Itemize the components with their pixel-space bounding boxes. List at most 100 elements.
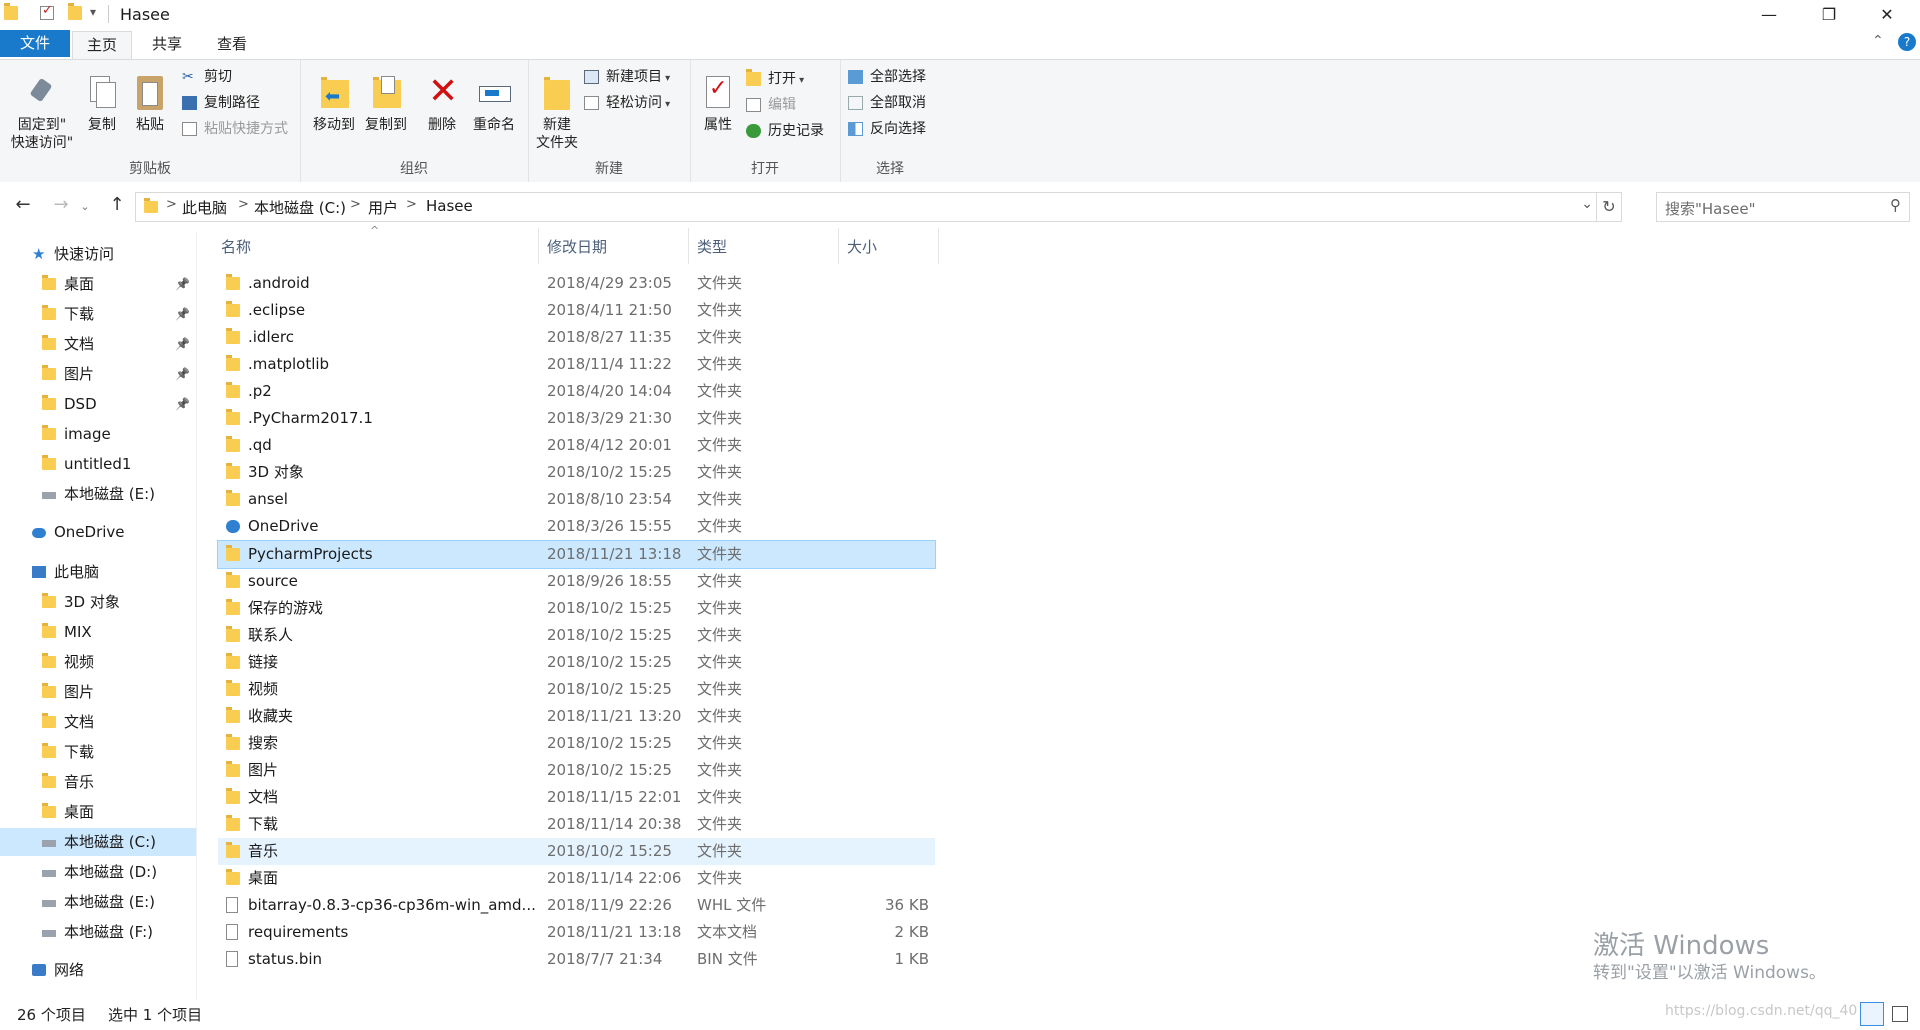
file-row[interactable]: requirements 2018/11/21 13:18 文本文档 2 KB <box>218 919 935 946</box>
recent-locations-button[interactable]: ⌄ <box>72 200 98 213</box>
file-row[interactable]: 下载 2018/11/14 20:38 文件夹 <box>218 811 935 838</box>
move-to-button[interactable]: ⬅ 移动到 <box>310 74 358 134</box>
file-row[interactable]: bitarray-0.8.3-cp36-cp36m-win_amd... 2018… <box>218 892 935 919</box>
up-button[interactable]: ↑ <box>104 194 130 215</box>
nav-item[interactable]: OneDrive <box>0 518 196 546</box>
new-item-button[interactable]: 新建项目 ▾ <box>584 66 670 88</box>
easy-access-button[interactable]: 轻松访问 ▾ <box>584 92 670 114</box>
file-row[interactable]: 链接 2018/10/2 15:25 文件夹 <box>218 649 935 676</box>
tab-share[interactable]: 共享 <box>138 31 196 58</box>
nav-item[interactable]: 本地磁盘 (F:) <box>0 918 196 946</box>
nav-item[interactable]: 图片 📌 <box>0 360 196 388</box>
file-row[interactable]: 音乐 2018/10/2 15:25 文件夹 <box>218 838 935 866</box>
file-row[interactable]: .idlerc 2018/8/27 11:35 文件夹 <box>218 324 935 351</box>
properties-icon[interactable]: ✓ <box>40 3 54 20</box>
close-button[interactable]: ✕ <box>1864 0 1910 28</box>
file-row[interactable]: .android 2018/4/29 23:05 文件夹 <box>218 270 935 297</box>
nav-item[interactable]: 下载 📌 <box>0 300 196 328</box>
file-row[interactable]: ansel 2018/8/10 23:54 文件夹 <box>218 486 935 513</box>
address-bar[interactable]: > 此电脑 > 本地磁盘 (C:) > 用户 > Hasee ⌄ ↻ <box>135 192 1622 222</box>
nav-item[interactable]: 本地磁盘 (C:) <box>0 828 196 856</box>
help-icon[interactable]: ? <box>1898 33 1916 51</box>
delete-button[interactable]: ✕ 删除 <box>420 72 464 134</box>
tab-home[interactable]: 主页 <box>72 31 133 60</box>
nav-item[interactable]: MIX <box>0 618 196 646</box>
nav-item[interactable]: 此电脑 <box>0 558 196 586</box>
file-row[interactable]: .matplotlib 2018/11/4 11:22 文件夹 <box>218 351 935 378</box>
copy-button[interactable]: 复制 <box>80 74 124 134</box>
nav-item[interactable]: 文档 📌 <box>0 330 196 358</box>
paste-button[interactable]: 粘贴 <box>128 74 172 134</box>
forward-button[interactable]: → <box>48 194 74 215</box>
invert-selection-button[interactable]: 反向选择 <box>848 118 926 140</box>
nav-item[interactable]: 桌面 📌 <box>0 270 196 298</box>
file-row[interactable]: 联系人 2018/10/2 15:25 文件夹 <box>218 622 935 649</box>
copy-to-button[interactable]: 复制到 <box>362 74 410 134</box>
paste-shortcut-button[interactable]: 粘贴快捷方式 <box>182 118 288 140</box>
qat-dropdown[interactable]: ▾ <box>90 5 96 19</box>
column-header-name[interactable]: 名称 <box>221 236 251 256</box>
collapse-ribbon-icon[interactable]: ⌃ <box>1872 33 1884 49</box>
tab-file[interactable]: 文件 <box>0 30 70 57</box>
file-row[interactable]: .qd 2018/4/12 20:01 文件夹 <box>218 432 935 459</box>
nav-item[interactable]: DSD 📌 <box>0 390 196 418</box>
file-row[interactable]: .p2 2018/4/20 14:04 文件夹 <box>218 378 935 405</box>
column-header-type[interactable]: 类型 <box>697 236 727 256</box>
cut-button[interactable]: ✂ 剪切 <box>182 66 232 88</box>
refresh-icon[interactable]: ↻ <box>1596 193 1621 221</box>
column-header-size[interactable]: 大小 <box>847 236 877 256</box>
select-all-button[interactable]: 全部选择 <box>848 66 926 88</box>
open-button[interactable]: 打开 ▾ <box>746 68 804 90</box>
file-row[interactable]: 桌面 2018/11/14 22:06 文件夹 <box>218 865 935 892</box>
large-icons-view-icon[interactable] <box>1888 1002 1912 1026</box>
nav-item[interactable]: 视频 <box>0 648 196 676</box>
breadcrumb-this-pc[interactable]: 此电脑 <box>182 197 227 218</box>
nav-item[interactable]: 图片 <box>0 678 196 706</box>
nav-item[interactable]: 本地磁盘 (E:) <box>0 888 196 916</box>
file-row[interactable]: 3D 对象 2018/10/2 15:25 文件夹 <box>218 459 935 486</box>
details-view-icon[interactable] <box>1860 1002 1884 1026</box>
breadcrumb-c-drive[interactable]: 本地磁盘 (C:) <box>254 197 346 218</box>
search-box[interactable]: 搜索"Hasee" ⚲ <box>1656 192 1910 222</box>
breadcrumb-hasee[interactable]: Hasee <box>426 197 473 215</box>
nav-item[interactable]: 3D 对象 <box>0 588 196 616</box>
file-row[interactable]: 文档 2018/11/15 22:01 文件夹 <box>218 784 935 811</box>
nav-item[interactable]: 桌面 <box>0 798 196 826</box>
select-none-button[interactable]: 全部取消 <box>848 92 926 114</box>
nav-item[interactable]: 网络 <box>0 956 196 984</box>
edit-button[interactable]: 编辑 <box>746 94 796 116</box>
file-row[interactable]: 搜索 2018/10/2 15:25 文件夹 <box>218 730 935 757</box>
nav-item[interactable]: 本地磁盘 (D:) <box>0 858 196 886</box>
file-row[interactable]: .eclipse 2018/4/11 21:50 文件夹 <box>218 297 935 324</box>
history-button[interactable]: 历史记录 <box>746 120 824 142</box>
file-row[interactable]: 图片 2018/10/2 15:25 文件夹 <box>218 757 935 784</box>
nav-item[interactable]: 音乐 <box>0 768 196 796</box>
file-row[interactable]: OneDrive 2018/3/26 15:55 文件夹 <box>218 513 935 540</box>
pin-quick-access-button[interactable]: 固定到" 快速访问" <box>6 74 78 152</box>
minimize-button[interactable]: — <box>1746 0 1792 28</box>
nav-item[interactable]: image <box>0 420 196 448</box>
new-folder-icon[interactable] <box>68 3 82 20</box>
copy-path-button[interactable]: 复制路径 <box>182 92 260 114</box>
file-row[interactable]: 视频 2018/10/2 15:25 文件夹 <box>218 676 935 703</box>
column-header-modified[interactable]: 修改日期 <box>547 236 607 256</box>
file-row[interactable]: source 2018/9/26 18:55 文件夹 <box>218 568 935 595</box>
file-row[interactable]: 保存的游戏 2018/10/2 15:25 文件夹 <box>218 595 935 622</box>
file-row[interactable]: 收藏夹 2018/11/21 13:20 文件夹 <box>218 703 935 730</box>
nav-item[interactable]: untitled1 <box>0 450 196 478</box>
file-row[interactable]: .PyCharm2017.1 2018/3/29 21:30 文件夹 <box>218 405 935 432</box>
file-row[interactable]: PycharmProjects 2018/11/21 13:18 文件夹 <box>217 539 936 569</box>
nav-item[interactable]: 本地磁盘 (E:) <box>0 480 196 508</box>
search-icon[interactable]: ⚲ <box>1890 196 1901 214</box>
properties-button[interactable]: ✓ 属性 <box>696 74 740 134</box>
address-dropdown-icon[interactable]: ⌄ <box>1581 196 1593 212</box>
nav-item[interactable]: 文档 <box>0 708 196 736</box>
new-folder-button[interactable]: 新建 文件夹 <box>532 74 582 152</box>
rename-button[interactable]: 重命名 <box>468 74 520 134</box>
back-button[interactable]: ← <box>10 194 36 215</box>
nav-item[interactable]: 下载 <box>0 738 196 766</box>
breadcrumb-users[interactable]: 用户 <box>368 197 398 218</box>
tab-view[interactable]: 查看 <box>203 31 261 58</box>
restore-button[interactable]: ❐ <box>1806 0 1852 28</box>
nav-item[interactable]: ★ 快速访问 <box>0 240 196 268</box>
